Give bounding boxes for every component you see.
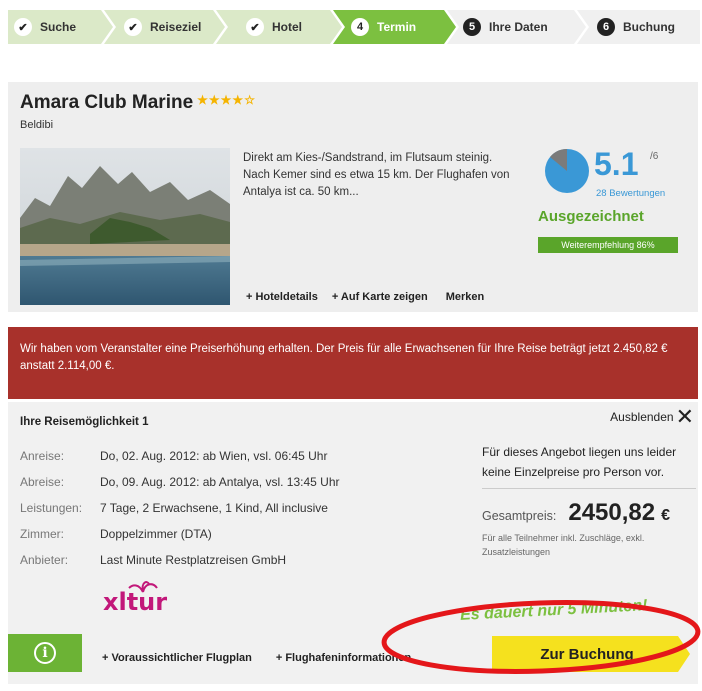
- step-number: 5: [463, 18, 481, 36]
- hotel-description: Direkt am Kies-/Sandstrand, im Flutsaum …: [243, 152, 510, 198]
- recommendation-badge: Weiterempfehlung 86%: [538, 237, 678, 253]
- detail-value: 7 Tage, 2 Erwachsene, 1 Kind, All inclus…: [100, 501, 328, 515]
- book-label: Zur Buchung: [540, 645, 634, 663]
- info-button[interactable]: i: [8, 634, 82, 672]
- booking-steps: ✔ Suche ✔ Reiseziel ✔ Hotel 4 Termin 5 Ihre D…: [8, 10, 700, 44]
- rating-score: 5.1: [594, 146, 639, 182]
- detail-label: Zimmer:: [20, 527, 64, 541]
- detail-label: Leistungen:: [20, 501, 83, 515]
- hotel-title: Amara Club Marine ★★★★☆: [20, 92, 256, 114]
- check-icon: ✔: [14, 18, 32, 36]
- detail-row: Leistungen: 7 Tage, 2 Erwachsene, 1 Kind,…: [20, 501, 340, 527]
- book-button[interactable]: Zur Buchung: [492, 636, 690, 672]
- hide-option-button[interactable]: Ausblenden ✕: [610, 404, 694, 429]
- hotel-name: Amara Club Marine: [20, 92, 194, 113]
- option-details: Anreise: Do, 02. Aug. 2012: ab Wien, vsl.…: [20, 449, 340, 579]
- detail-row: Anreise: Do, 02. Aug. 2012: ab Wien, vsl.…: [20, 449, 340, 475]
- show-on-map-link[interactable]: + Auf Karte zeigen: [332, 291, 428, 303]
- hotel-details-link[interactable]: + Hoteldetails: [246, 291, 318, 303]
- step-number: 6: [597, 18, 615, 36]
- detail-row: Anbieter: Last Minute Restplatzreisen Gmb…: [20, 553, 340, 579]
- flight-links: + Voraussichtlicher Flugplan + Flughafen…: [102, 652, 411, 664]
- hotel-location: Beldibi: [20, 119, 54, 131]
- check-icon: ✔: [124, 18, 142, 36]
- flight-plan-link[interactable]: + Voraussichtlicher Flugplan: [102, 652, 252, 664]
- step-suche[interactable]: ✔ Suche: [14, 10, 76, 44]
- rating-verdict: Ausgezeichnet: [538, 208, 644, 225]
- step-label: Reiseziel: [150, 20, 202, 34]
- total-price: Gesamtpreis: 2450,82 €: [482, 499, 696, 527]
- step-label: Suche: [40, 20, 77, 34]
- detail-label: Abreise:: [20, 475, 65, 489]
- hotel-card: Amara Club Marine ★★★★☆ Beldibi Direkt am…: [8, 82, 698, 312]
- detail-value: Do, 02. Aug. 2012: ab Wien, vsl. 06:45 U…: [100, 449, 328, 463]
- step-label: Buchung: [623, 20, 675, 34]
- travel-option: Ihre Reisemöglichkeit 1 Ausblenden ✕ Anre…: [8, 402, 698, 684]
- airport-info-link[interactable]: + Flughafeninformationen: [276, 652, 411, 664]
- reviews-link[interactable]: 28 Bewertungen: [596, 188, 665, 199]
- hotel-links: + Hoteldetails + Auf Karte zeigen Merken: [246, 291, 484, 303]
- total-value: 2450,82: [568, 499, 656, 526]
- step-termin: 4 Termin: [351, 10, 416, 44]
- divider: [482, 488, 696, 489]
- close-icon: ✕: [675, 404, 694, 429]
- rating-pie-icon: [545, 148, 589, 193]
- detail-value: Do, 09. Aug. 2012: ab Antalya, vsl. 13:4…: [100, 475, 340, 489]
- step-label: Termin: [377, 20, 417, 34]
- step-label: Ihre Daten: [489, 20, 548, 34]
- total-currency: €: [661, 507, 671, 524]
- detail-row: Zimmer: Doppelzimmer (DTA): [20, 527, 340, 553]
- check-icon: ✔: [246, 18, 264, 36]
- hotel-photo[interactable]: [20, 148, 230, 305]
- detail-label: Anbieter:: [20, 553, 69, 567]
- detail-value: Last Minute Restplatzreisen GmbH: [100, 553, 287, 567]
- detail-value: Doppelzimmer (DTA): [100, 527, 212, 541]
- step-ihre-daten: 5 Ihre Daten: [463, 10, 548, 44]
- total-label: Gesamtpreis:: [482, 509, 557, 523]
- step-number: 4: [351, 18, 369, 36]
- step-hotel[interactable]: ✔ Hotel: [246, 10, 302, 44]
- step-reiseziel[interactable]: ✔ Reiseziel: [124, 10, 201, 44]
- total-note: Für alle Teilnehmer inkl. Zuschläge, exk…: [482, 533, 645, 557]
- detail-label: Anreise:: [20, 449, 65, 463]
- no-single-price-note: Für dieses Angebot liegen uns leider kei…: [482, 445, 677, 479]
- hurry-slogan: Es dauert nur 5 Minuten!: [459, 597, 648, 624]
- step-label: Hotel: [272, 20, 302, 34]
- provider-logo: xltur: [103, 581, 167, 616]
- info-icon: i: [34, 642, 56, 664]
- option-title: Ihre Reisemöglichkeit 1: [20, 416, 149, 428]
- provider-logo-text: xltur: [103, 588, 167, 616]
- price-increase-alert: Wir haben vom Veranstalter eine Preiserh…: [8, 327, 698, 399]
- rating-panel: 5.1 /6 28 Bewertungen Ausgezeichnet Weit…: [538, 146, 688, 258]
- star-rating-icon: ★★★★☆: [197, 93, 256, 107]
- step-buchung: 6 Buchung: [597, 10, 675, 44]
- hide-label: Ausblenden: [610, 410, 674, 424]
- remember-link[interactable]: Merken: [446, 291, 485, 303]
- rating-max: /6: [650, 151, 659, 162]
- detail-row: Abreise: Do, 09. Aug. 2012: ab Antalya, v…: [20, 475, 340, 501]
- price-box: Für dieses Angebot liegen uns leider kei…: [482, 442, 696, 559]
